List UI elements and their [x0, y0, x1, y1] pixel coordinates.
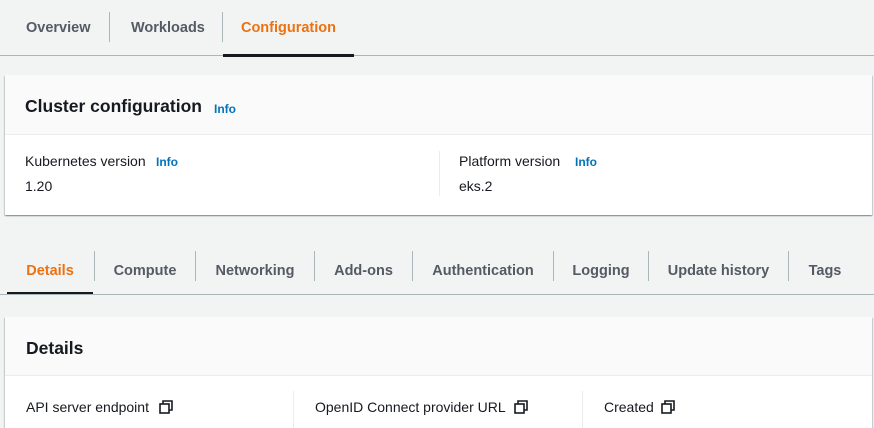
platform-version-value: eks.2 — [459, 178, 493, 194]
platform-version-info-link[interactable]: Info — [575, 155, 597, 169]
tab-update-history[interactable]: Update history — [649, 247, 788, 295]
tab-overview[interactable]: Overview — [26, 0, 91, 56]
platform-version-label: Platform version — [459, 153, 561, 169]
info-link[interactable]: Info — [214, 102, 236, 116]
card-title: Details — [26, 338, 84, 358]
tab-label: Authentication — [432, 263, 534, 279]
card-title: Cluster configuration — [25, 96, 202, 116]
tab-label: Tags — [808, 263, 842, 279]
copy-icon[interactable] — [661, 400, 675, 414]
tab-authentication[interactable]: Authentication — [413, 247, 553, 295]
tab-details[interactable]: Details — [7, 247, 93, 295]
copy-icon[interactable] — [159, 400, 173, 414]
active-tab-indicator — [223, 54, 354, 57]
card-header: Cluster configuration Info — [5, 75, 872, 135]
kubernetes-version-info-link[interactable]: Info — [156, 155, 178, 169]
column-divider — [439, 151, 440, 196]
tab-label: Configuration — [240, 20, 337, 36]
tab-label: Add-ons — [334, 263, 393, 279]
created-label: Created — [604, 399, 654, 415]
top-tab-bar: Overview Workloads Configuration — [0, 0, 874, 57]
kubernetes-version-value: 1.20 — [25, 178, 53, 194]
openid-connect-provider-url-label: OpenID Connect provider URL — [315, 399, 506, 415]
tab-divider — [109, 12, 110, 42]
kubernetes-version-label: Kubernetes version — [25, 153, 146, 169]
tab-compute[interactable]: Compute — [95, 247, 195, 295]
tab-label: Overview — [26, 20, 91, 36]
copy-icon[interactable] — [514, 400, 528, 414]
tab-workloads[interactable]: Workloads — [131, 0, 205, 56]
api-server-endpoint-label: API server endpoint — [26, 399, 149, 415]
column-divider — [293, 391, 294, 428]
tab-label: Logging — [572, 263, 630, 279]
card-header: Details — [5, 317, 872, 376]
column-divider — [582, 391, 583, 428]
details-card: Details API server endpoint OpenID Conne… — [5, 317, 872, 428]
tab-label: Details — [26, 263, 74, 279]
tab-label: Networking — [215, 263, 295, 279]
cluster-configuration-card: Cluster configuration Info Kubernetes ve… — [5, 75, 872, 215]
tab-label: Compute — [113, 263, 177, 279]
tab-bar-rule — [0, 294, 874, 295]
tab-networking[interactable]: Networking — [196, 247, 314, 295]
tab-add-ons[interactable]: Add-ons — [315, 247, 412, 295]
tab-label: Update history — [667, 263, 770, 279]
tab-tags[interactable]: Tags — [789, 247, 861, 295]
tab-logging[interactable]: Logging — [554, 247, 648, 295]
tab-configuration[interactable]: Configuration — [223, 0, 354, 57]
tab-label: Workloads — [131, 20, 205, 36]
